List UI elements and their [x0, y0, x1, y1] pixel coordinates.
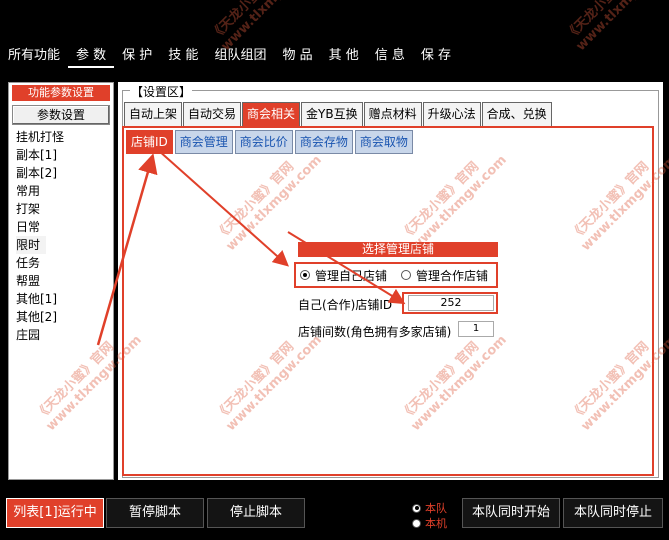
- shop-id-highlight: 252: [402, 292, 498, 314]
- tab-auto-listing[interactable]: 自动上架: [124, 102, 183, 126]
- menu-protect[interactable]: 保 护: [114, 44, 160, 68]
- settings-area: 【设置区】 自动上架 自动交易 商会相关 金YB互换 赠点材料 升级心法 合成、…: [118, 82, 663, 480]
- radio-machine-label: 本机: [425, 517, 447, 530]
- bottom-bar: 列表[1]运行中 暂停脚本 停止脚本 本队 本机 本队同时开始 本队同时停止: [0, 492, 669, 540]
- menu-items[interactable]: 物 品: [274, 44, 320, 68]
- tab-upgrade-mind[interactable]: 升级心法: [422, 102, 481, 126]
- category-item-selected[interactable]: 限时: [16, 236, 46, 254]
- menu-skills[interactable]: 技 能: [160, 44, 206, 68]
- radio-own-shop[interactable]: 管理自己店铺: [300, 267, 387, 284]
- category-item[interactable]: 帮盟: [16, 272, 106, 290]
- group-title: 选择管理店铺: [298, 242, 498, 257]
- top-menu: 所有功能 参 数 保 护 技 能 组队组团 物 品 其 他 信 息 保 存: [0, 44, 459, 68]
- radio-coop-label: 管理合作店铺: [416, 268, 489, 283]
- tab-gold-yb-exchange[interactable]: 金YB互换: [301, 102, 363, 126]
- category-item[interactable]: 任务: [16, 254, 106, 272]
- shop-select-radio-group: 管理自己店铺 管理合作店铺: [294, 262, 498, 288]
- category-item[interactable]: 副本[1]: [16, 146, 106, 164]
- stop-script-button[interactable]: 停止脚本: [207, 498, 305, 528]
- category-item[interactable]: 其他[1]: [16, 290, 106, 308]
- menu-other[interactable]: 其 他: [321, 44, 367, 68]
- category-item[interactable]: 打架: [16, 200, 106, 218]
- shop-id-label: 自己(合作)店铺ID: [298, 298, 393, 312]
- menu-info[interactable]: 信 息: [367, 44, 413, 68]
- menu-save[interactable]: 保 存: [413, 44, 459, 68]
- tab-auto-trade[interactable]: 自动交易: [183, 102, 242, 126]
- tab-guild-commerce[interactable]: 商会相关: [242, 102, 301, 126]
- subtab-withdraw[interactable]: 商会取物: [354, 130, 413, 154]
- category-item[interactable]: 庄园: [16, 326, 106, 344]
- radio-unchecked-icon: [401, 270, 412, 280]
- radio-coop-shop[interactable]: 管理合作店铺: [401, 267, 488, 284]
- radio-unchecked-icon: [412, 518, 421, 528]
- shop-id-input[interactable]: 252: [408, 295, 494, 311]
- category-item[interactable]: 其他[2]: [16, 308, 106, 326]
- radio-checked-icon: [300, 270, 310, 280]
- subtab-shop-id[interactable]: 店铺ID: [126, 130, 173, 154]
- settings-title: 【设置区】: [130, 83, 193, 100]
- category-item[interactable]: 副本[2]: [16, 164, 106, 182]
- radio-checked-icon: [412, 503, 421, 513]
- category-item[interactable]: 日常: [16, 218, 106, 236]
- shop-count-input[interactable]: 1: [458, 321, 494, 337]
- tab-synthesis-exchange[interactable]: 合成、兑换: [481, 102, 552, 126]
- category-list: 挂机打怪 副本[1] 副本[2] 常用 打架 日常 限时 任务 帮盟 其他[1]…: [16, 128, 106, 344]
- team-start-all-button[interactable]: 本队同时开始: [462, 498, 560, 528]
- menu-all-functions[interactable]: 所有功能: [0, 44, 68, 68]
- radio-team[interactable]: 本队: [412, 500, 447, 516]
- left-panel-title: 功能参数设置: [12, 85, 110, 101]
- top-bar: 所有功能 参 数 保 护 技 能 组队组团 物 品 其 他 信 息 保 存: [0, 0, 669, 78]
- radio-team-label: 本队: [425, 502, 447, 515]
- subtab-deposit[interactable]: 商会存物: [294, 130, 353, 154]
- params-settings-button[interactable]: 参数设置: [12, 105, 110, 125]
- left-panel: 功能参数设置 参数设置 挂机打怪 副本[1] 副本[2] 常用 打架 日常 限时…: [8, 82, 114, 480]
- radio-own-label: 管理自己店铺: [315, 268, 388, 283]
- subtab-price-compare[interactable]: 商会比价: [234, 130, 293, 154]
- tab-gift-points[interactable]: 赠点材料: [363, 102, 422, 126]
- team-stop-all-button[interactable]: 本队同时停止: [563, 498, 663, 528]
- menu-team[interactable]: 组队组团: [206, 44, 274, 68]
- menu-params[interactable]: 参 数: [68, 44, 115, 68]
- shop-count-label: 店铺间数(角色拥有多家店铺): [298, 325, 452, 339]
- tab-content-frame: 店铺ID 商会管理 商会比价 商会存物 商会取物 选择管理店铺 管理自己店铺 管…: [122, 126, 654, 476]
- pause-script-button[interactable]: 暂停脚本: [106, 498, 204, 528]
- subtabs: 店铺ID 商会管理 商会比价 商会存物 商会取物: [126, 130, 415, 154]
- category-item[interactable]: 挂机打怪: [16, 128, 106, 146]
- subtab-guild-manage[interactable]: 商会管理: [174, 130, 233, 154]
- radio-machine[interactable]: 本机: [412, 515, 447, 531]
- settings-tabs: 自动上架 自动交易 商会相关 金YB互换 赠点材料 升级心法 合成、兑换: [124, 102, 553, 126]
- run-list-button[interactable]: 列表[1]运行中: [6, 498, 104, 528]
- category-item[interactable]: 常用: [16, 182, 106, 200]
